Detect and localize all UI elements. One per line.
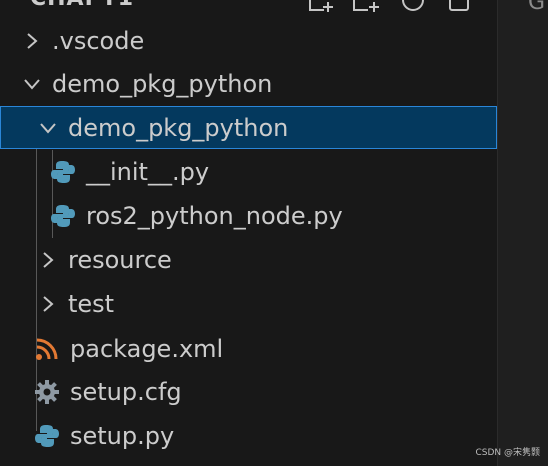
chevron-down-icon[interactable] bbox=[38, 118, 58, 138]
tree-item-demo-pkg-python-root[interactable]: demo_pkg_python bbox=[0, 62, 497, 106]
editor-tab-fragment[interactable]: G bbox=[528, 0, 545, 15]
collapse-all-icon[interactable] bbox=[444, 0, 474, 12]
new-file-icon[interactable] bbox=[306, 0, 336, 12]
chevron-down-icon[interactable] bbox=[22, 74, 42, 94]
tree-item-setup-py[interactable]: setup.py bbox=[0, 414, 497, 458]
tree-item-label: setup.cfg bbox=[70, 378, 182, 406]
tree-item-init-py[interactable]: __init__.py bbox=[0, 150, 497, 194]
tree-item-label: test bbox=[68, 290, 115, 318]
tree-item-label: demo_pkg_python bbox=[68, 113, 289, 142]
rss-icon bbox=[36, 338, 58, 360]
chevron-right-icon[interactable] bbox=[22, 31, 42, 51]
tree-item-label: setup.py bbox=[70, 422, 175, 450]
tree-item-label: resource bbox=[68, 246, 172, 274]
tree-item-ros2-python-node-py[interactable]: ros2_python_node.py bbox=[0, 194, 497, 238]
explorer-section-title[interactable]: CHAPT1 bbox=[30, 0, 134, 11]
gear-icon bbox=[35, 380, 59, 404]
python-file-icon bbox=[51, 161, 75, 183]
refresh-icon[interactable] bbox=[398, 0, 428, 12]
chevron-right-icon[interactable] bbox=[38, 250, 58, 270]
explorer-actions bbox=[306, 0, 474, 12]
python-file-icon bbox=[51, 205, 75, 227]
tree-item-package-xml[interactable]: package.xml bbox=[0, 327, 497, 371]
tree-item-label: .vscode bbox=[52, 27, 145, 55]
tree-item-label: ros2_python_node.py bbox=[86, 202, 343, 230]
python-file-icon bbox=[35, 425, 59, 447]
tree-item-resource[interactable]: resource bbox=[0, 238, 497, 282]
watermark: CSDN @宋隽颢 bbox=[475, 448, 540, 458]
tree-item-setup-cfg[interactable]: setup.cfg bbox=[0, 370, 497, 414]
tree-item-label: demo_pkg_python bbox=[52, 70, 273, 98]
tree-item-vscode[interactable]: .vscode bbox=[0, 19, 497, 63]
new-folder-icon[interactable] bbox=[352, 0, 382, 12]
chevron-right-icon[interactable] bbox=[38, 294, 58, 314]
tree-item-label: package.xml bbox=[70, 335, 224, 363]
tree-item-demo-pkg-python-selected[interactable]: demo_pkg_python bbox=[0, 106, 497, 149]
tree-item-test[interactable]: test bbox=[0, 282, 497, 326]
tree-item-label: __init__.py bbox=[86, 158, 210, 186]
editor-area: G bbox=[498, 0, 548, 466]
explorer-panel: CHAPT1 .vscode demo_pkg_python bbox=[0, 0, 497, 466]
